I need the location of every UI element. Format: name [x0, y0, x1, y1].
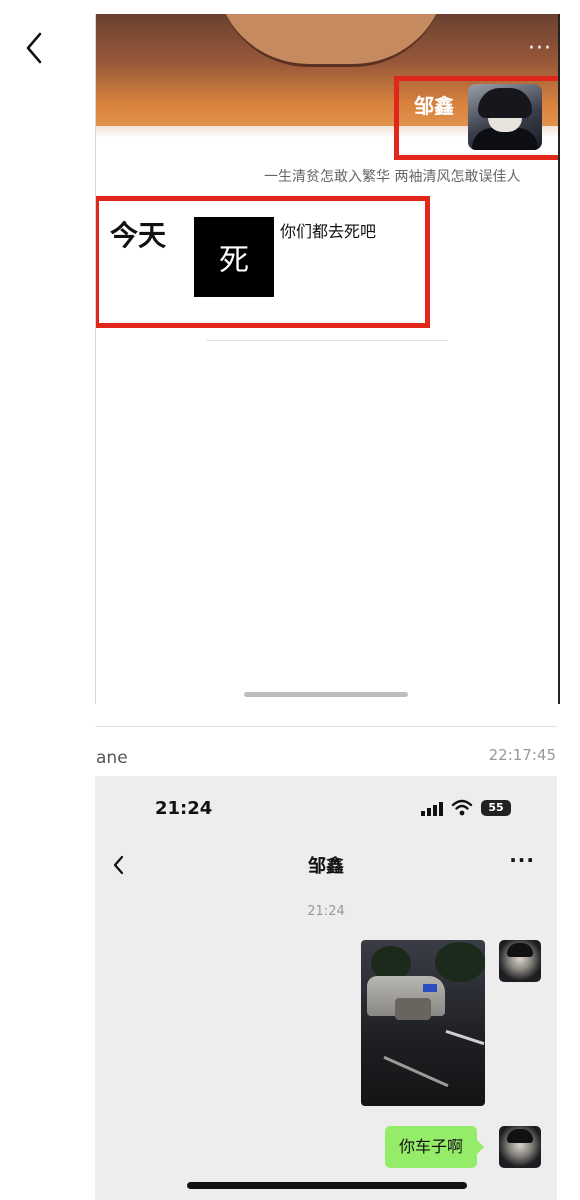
separator: [95, 726, 557, 727]
chat-screenshot: 21:24 55 邹鑫 ··· 21:24 你车子啊: [95, 776, 557, 1200]
more-options-icon[interactable]: ···: [528, 36, 552, 61]
status-time: 21:24: [155, 798, 213, 819]
wifi-icon: [451, 799, 473, 816]
cover-figure: [216, 14, 446, 67]
divider: [206, 340, 448, 341]
battery-level: 55: [488, 801, 504, 814]
signal-icon: [421, 802, 443, 816]
highlight-box-post: [96, 196, 430, 328]
chat-timestamp: 21:24: [307, 904, 345, 919]
profile-signature: 一生清贫怎敢入繁华 两袖清风怎敢误佳人: [264, 169, 521, 185]
chat-message-bubble[interactable]: 你车子啊: [385, 1126, 485, 1168]
avatar[interactable]: [499, 940, 541, 982]
message-time: 22:17:45: [488, 746, 556, 764]
home-indicator: [187, 1182, 467, 1189]
sender-name[interactable]: ane: [96, 748, 128, 768]
home-indicator: [244, 692, 408, 697]
avatar[interactable]: [499, 1126, 541, 1168]
chat-image-message[interactable]: [361, 940, 485, 1106]
highlight-box-profile: [394, 76, 558, 160]
moments-screenshot: ··· 邹鑫 一生清贫怎敢入繁华 两袖清风怎敢误佳人 今天 死 你们都去死吧: [95, 14, 560, 704]
back-arrow-icon[interactable]: [20, 30, 50, 66]
chat-title: 邹鑫: [308, 856, 344, 877]
chat-more-icon[interactable]: ···: [509, 848, 535, 872]
battery-icon: 55: [481, 800, 511, 816]
